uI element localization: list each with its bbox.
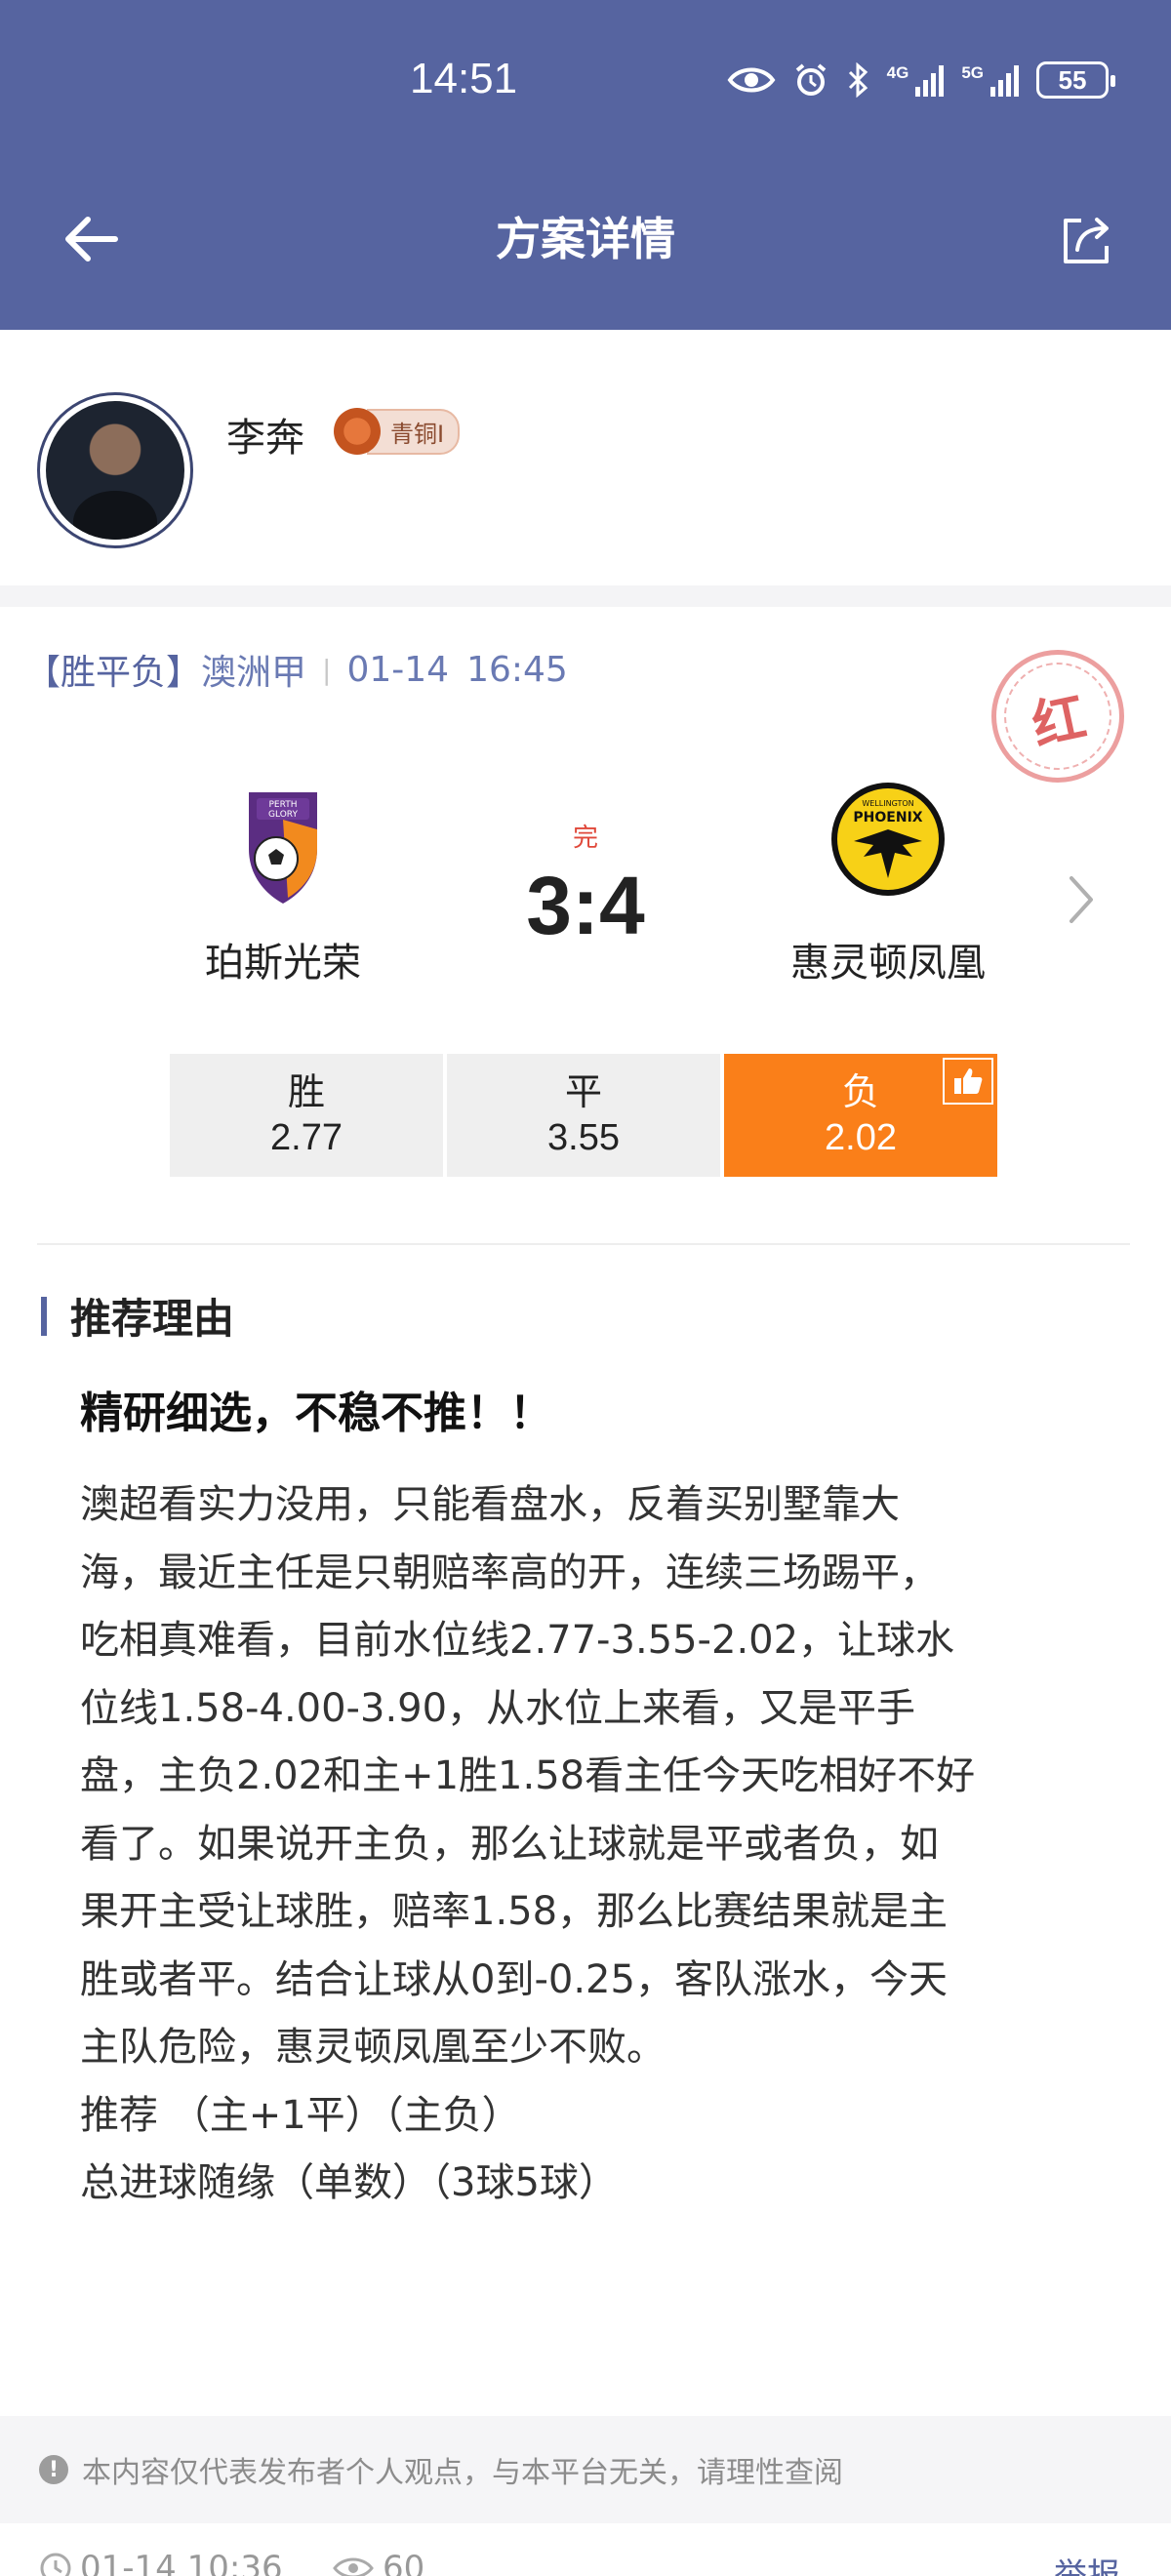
odd-option-win[interactable]: 胜 2.77 bbox=[170, 1054, 443, 1177]
post-footer: 01-14 10:36 60 举报 bbox=[0, 2547, 1171, 2576]
eye-icon bbox=[727, 67, 776, 93]
info-icon: ! bbox=[39, 2455, 68, 2484]
match-status: 完 bbox=[572, 824, 598, 853]
avatar-image bbox=[46, 401, 184, 540]
home-team-name: 珀斯光荣 bbox=[205, 941, 361, 986]
content-divider bbox=[37, 1243, 1130, 1245]
result-stamp-label: 红 bbox=[1027, 685, 1091, 757]
section-divider bbox=[0, 585, 1171, 607]
status-time: 14:51 bbox=[410, 55, 518, 102]
eye-icon bbox=[333, 2557, 374, 2576]
odd-value: 2.02 bbox=[825, 1117, 897, 1158]
disclaimer-bar: ! 本内容仅代表发布者个人观点，与本平台无关，请理性查阅 bbox=[0, 2416, 1171, 2523]
avatar[interactable] bbox=[37, 392, 193, 548]
body-line: 盘，主负2.02和主+1胜1.58看主任今天吃相好不好 bbox=[80, 1753, 976, 1798]
home-team[interactable]: PERTH GLORY 珀斯光荣 bbox=[166, 781, 400, 987]
level-badge: 青铜I bbox=[334, 408, 461, 455]
publish-time-label: 01-14 10:36 bbox=[80, 2549, 283, 2576]
match-date: 01-14 bbox=[346, 649, 450, 690]
match-score: 3:4 bbox=[526, 860, 645, 951]
share-icon bbox=[1064, 218, 1109, 263]
recommendation-body: 澳超看实力没用，只能看盘水，反着买别墅靠大 海，最近主任是只朝赔率高的开，连续三… bbox=[80, 1471, 1105, 2218]
share-button[interactable] bbox=[1056, 211, 1116, 271]
chevron-right-icon[interactable] bbox=[1064, 870, 1099, 929]
body-line: 澳超看实力没用，只能看盘水，反着买别墅靠大 bbox=[80, 1482, 900, 1527]
odd-label: 负 bbox=[841, 1070, 879, 1113]
disclaimer-text: 本内容仅代表发布者个人观点，与本平台无关，请理性查阅 bbox=[82, 2456, 843, 2490]
status-icons: 4G 5G 55 bbox=[727, 59, 1115, 101]
bluetooth-icon bbox=[848, 62, 868, 98]
result-stamp: 红 bbox=[979, 637, 1137, 795]
perth-glory-logo-icon: PERTH GLORY bbox=[249, 792, 317, 904]
author-section: 李奔 青铜I bbox=[0, 330, 1171, 585]
body-line: 吃相真难看，目前水位线2.77-3.55-2.02，让球水 bbox=[80, 1618, 955, 1663]
section-title-label: 推荐理由 bbox=[70, 1295, 235, 1343]
section-title: 推荐理由 bbox=[41, 1286, 234, 1346]
meta-separator: | bbox=[322, 653, 332, 686]
match-meta: 【胜平负】 澳洲甲 | 01-14 16:45 bbox=[25, 644, 568, 695]
play-type-tag: 【胜平负】 bbox=[25, 653, 202, 693]
medal-icon bbox=[334, 408, 381, 455]
report-link[interactable]: 举报 bbox=[1054, 2549, 1120, 2576]
wellington-phoenix-logo-icon: WELLINGTON PHOENIX bbox=[831, 783, 945, 896]
odd-option-loss[interactable]: 负 2.02 bbox=[724, 1054, 997, 1177]
body-line: 海，最近主任是只朝赔率高的开，连续三场踢平， bbox=[80, 1550, 939, 1595]
thumbs-up-icon bbox=[943, 1058, 993, 1105]
body-line: 胜或者平。结合让球从0到-0.25，客队涨水，今天 bbox=[80, 1956, 948, 2002]
away-team-name: 惠灵顿凤凰 bbox=[790, 941, 986, 986]
body-line: 总进球随缘（单数）（3球5球） bbox=[80, 2160, 618, 2205]
odd-value: 2.77 bbox=[270, 1117, 343, 1158]
view-count: 60 bbox=[332, 2549, 424, 2576]
level-badge-label: 青铜I bbox=[367, 408, 461, 455]
section-accent-bar bbox=[41, 1296, 47, 1336]
svg-text:WELLINGTON: WELLINGTON bbox=[862, 799, 913, 808]
page-title: 方案详情 bbox=[496, 213, 675, 265]
away-team[interactable]: WELLINGTON PHOENIX 惠灵顿凤凰 bbox=[771, 781, 1005, 987]
app-header: 14:51 4G 5G 55 方案详情 bbox=[0, 0, 1171, 330]
alarm-icon bbox=[795, 63, 826, 96]
league-name: 澳洲甲 bbox=[201, 653, 307, 693]
body-line: 看了。如果说开主负，那么让球就是平或者负，如 bbox=[80, 1821, 939, 1867]
view-count-label: 60 bbox=[383, 2549, 425, 2576]
author-name[interactable]: 李奔 bbox=[226, 406, 304, 463]
publish-time: 01-14 10:36 bbox=[39, 2549, 283, 2576]
body-line: 果开主受让球胜，赔率1.58，那么比赛结果就是主 bbox=[80, 1889, 949, 1934]
svg-text:PERTH: PERTH bbox=[269, 800, 298, 810]
odd-option-draw[interactable]: 平 3.55 bbox=[447, 1054, 720, 1177]
odd-value: 3.55 bbox=[547, 1117, 620, 1158]
signal-4g-icon: 4G bbox=[887, 63, 945, 97]
battery-icon: 55 bbox=[1036, 61, 1115, 99]
match-time: 16:45 bbox=[466, 649, 568, 690]
recommendation-headline: 精研细选，不稳不推！！ bbox=[80, 1389, 552, 1438]
odds-options: 胜 2.77 平 3.55 负 2.02 bbox=[170, 1054, 997, 1177]
odd-label: 胜 bbox=[287, 1070, 325, 1113]
body-line: 位线1.58-4.00-3.90，从水位上来看，又是平手 bbox=[80, 1685, 916, 1731]
clock-icon bbox=[40, 2553, 71, 2576]
body-line: 主队危险，惠灵顿凤凰至少不败。 bbox=[80, 2025, 666, 2070]
body-line: 推荐 （主+1平）（主负） bbox=[80, 2092, 521, 2138]
odd-label: 平 bbox=[564, 1070, 602, 1113]
signal-5g-icon: 5G bbox=[961, 63, 1019, 97]
svg-text:GLORY: GLORY bbox=[268, 810, 298, 820]
svg-text:PHOENIX: PHOENIX bbox=[853, 810, 922, 825]
